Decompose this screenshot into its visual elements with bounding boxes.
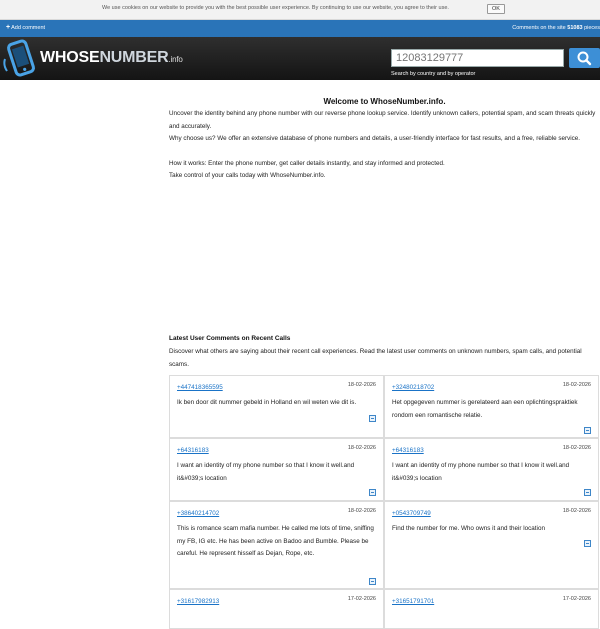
- comment-date: 18-02-2026: [347, 382, 376, 388]
- comment-card: +0543709749 18-02-2026 Find the number f…: [384, 501, 599, 589]
- comment-text: This is romance scam mafia number. He ca…: [177, 525, 374, 557]
- add-comment-link[interactable]: +Add comment: [6, 24, 45, 31]
- comment-date: 17-02-2026: [562, 596, 591, 602]
- how-paragraph: How it works: Enter the phone number, ge…: [169, 160, 445, 167]
- reply-icon[interactable]: [369, 489, 376, 496]
- latest-comments-title: Latest User Comments on Recent Calls: [169, 335, 291, 342]
- comment-text: I want an identity of my phone number so…: [177, 462, 355, 482]
- search-subtitle: Search by country and by operator: [391, 71, 476, 77]
- latest-comments-desc: Discover what others are saying about th…: [169, 348, 582, 368]
- cta-paragraph: Take control of your calls today with Wh…: [169, 172, 326, 179]
- comment-card: +31617982913 17-02-2026: [169, 589, 384, 629]
- comment-card: +31651791701 17-02-2026: [384, 589, 599, 629]
- reply-icon[interactable]: [369, 578, 376, 585]
- cookie-ok-button[interactable]: OK: [487, 3, 505, 14]
- why-paragraph: Why choose us? We offer an extensive dat…: [169, 135, 581, 142]
- site-logo[interactable]: WHOSENUMBER.info: [40, 49, 183, 67]
- comment-card: +64316183 18-02-2026 I want an identity …: [169, 438, 384, 501]
- reply-icon[interactable]: [584, 489, 591, 496]
- comment-text: Ik ben door dit nummer gebeld in Holland…: [177, 399, 357, 406]
- search-button[interactable]: [569, 48, 600, 68]
- comment-phone-link[interactable]: +31651791701: [392, 598, 434, 605]
- comment-phone-link[interactable]: +0543709749: [392, 510, 431, 517]
- comment-date: 18-02-2026: [562, 382, 591, 388]
- comment-phone-link[interactable]: +31617982913: [177, 598, 219, 605]
- reply-icon[interactable]: [584, 540, 591, 547]
- comment-phone-link[interactable]: +32480218702: [392, 384, 434, 391]
- comment-date: 18-02-2026: [562, 508, 591, 514]
- comment-date: 18-02-2026: [347, 445, 376, 451]
- comment-phone-link[interactable]: +38640214702: [177, 510, 219, 517]
- plus-icon: +: [6, 23, 11, 31]
- comment-text: Het opgegeven nummer is gerelateerd aan …: [392, 399, 578, 419]
- top-strip: +Add comment Comments on the site 51083 …: [0, 20, 600, 37]
- comment-card: +32480218702 18-02-2026 Het opgegeven nu…: [384, 375, 599, 438]
- search-icon: [577, 51, 592, 66]
- reply-icon[interactable]: [584, 427, 591, 434]
- comment-date: 18-02-2026: [562, 445, 591, 451]
- phone-search-input[interactable]: [391, 49, 564, 67]
- cookie-banner: We use cookies on our website to provide…: [0, 0, 600, 20]
- comment-phone-link[interactable]: +447418365595: [177, 384, 223, 391]
- cookie-message: We use cookies on our website to provide…: [102, 5, 449, 11]
- phone-logo-icon[interactable]: [3, 39, 39, 77]
- comment-card: +447418365595 18-02-2026 Ik ben door dit…: [169, 375, 384, 438]
- reply-icon[interactable]: [369, 415, 376, 422]
- comment-phone-link[interactable]: +64316183: [177, 447, 209, 454]
- comment-phone-link[interactable]: +64316183: [392, 447, 424, 454]
- comment-date: 17-02-2026: [347, 596, 376, 602]
- add-comment-label: Add comment: [11, 24, 46, 31]
- comment-text: I want an identity of my phone number so…: [392, 462, 570, 482]
- site-header: WHOSENUMBER.info Search by country and b…: [0, 37, 600, 80]
- comments-count: Comments on the site 51083 pieces: [512, 24, 600, 31]
- comment-text: Find the number for me. Who owns it and …: [392, 525, 545, 532]
- comment-card: +64316183 18-02-2026 I want an identity …: [384, 438, 599, 501]
- comments-count-value: 51083: [567, 24, 583, 31]
- comment-date: 18-02-2026: [347, 508, 376, 514]
- intro-paragraph: Uncover the identity behind any phone nu…: [169, 110, 596, 130]
- welcome-title: Welcome to WhoseNumber.info.: [323, 97, 446, 106]
- comment-card: +38640214702 18-02-2026 This is romance …: [169, 501, 384, 589]
